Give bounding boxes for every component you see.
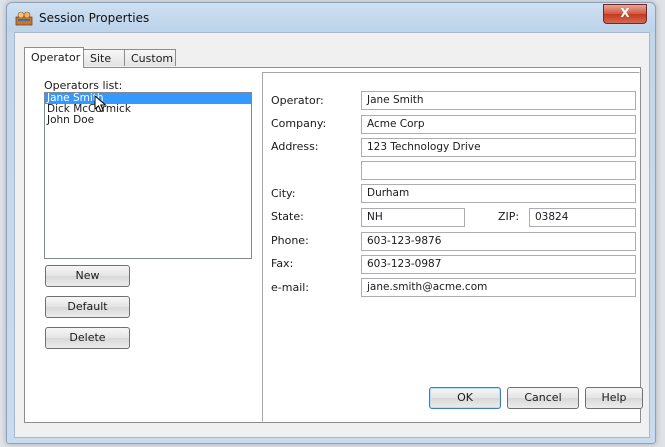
close-icon: X — [620, 6, 630, 20]
address-line2-field[interactable] — [361, 161, 636, 180]
phone-label: Phone: — [271, 234, 309, 247]
operators-listbox[interactable]: Jane Smith Dick McCormick John Doe — [44, 92, 252, 259]
phone-field[interactable]: 603-123-9876 — [361, 232, 636, 251]
operator-label: Operator: — [271, 94, 324, 107]
address-line1-field[interactable]: 123 Technology Drive — [361, 138, 636, 157]
company-field[interactable]: Acme Corp — [361, 115, 636, 134]
zip-label: ZIP: — [498, 210, 520, 223]
mouse-cursor-icon — [94, 95, 107, 113]
ok-button[interactable]: OK — [429, 387, 501, 409]
close-button[interactable]: X — [603, 4, 647, 24]
zip-field[interactable]: 03824 — [529, 208, 636, 227]
email-field[interactable]: jane.smith@acme.com — [361, 278, 636, 297]
help-button[interactable]: Help — [585, 387, 643, 409]
operator-tab-panel: Operators list: Jane Smith Dick McCormic… — [24, 67, 641, 423]
tab-site[interactable]: Site — [83, 49, 125, 66]
company-label: Company: — [271, 117, 327, 130]
tab-operator[interactable]: Operator — [24, 47, 84, 68]
delete-button[interactable]: Delete — [45, 327, 130, 349]
cancel-button[interactable]: Cancel — [507, 387, 579, 409]
fax-label: Fax: — [271, 257, 294, 270]
email-label: e-mail: — [271, 281, 310, 294]
list-item[interactable]: John Doe — [45, 115, 251, 126]
operators-list-label: Operators list: — [44, 79, 123, 92]
address-label: Address: — [271, 140, 319, 153]
city-label: City: — [271, 187, 296, 200]
state-label: State: — [271, 210, 304, 223]
title-bar[interactable]: Session Properties X — [7, 3, 655, 33]
operator-details-group: Operator: Jane Smith Company: Acme Corp … — [262, 72, 640, 422]
operator-field[interactable]: Jane Smith — [361, 91, 636, 110]
app-icon — [15, 11, 33, 26]
dialog-client-area: Operator Site Custom Operators list: Jan… — [14, 32, 650, 438]
new-button[interactable]: New — [45, 265, 130, 287]
window-title: Session Properties — [39, 11, 150, 25]
default-button[interactable]: Default — [45, 296, 130, 318]
tab-custom[interactable]: Custom — [124, 49, 176, 66]
fax-field[interactable]: 603-123-0987 — [361, 255, 636, 274]
city-field[interactable]: Durham — [361, 184, 636, 203]
state-field[interactable]: NH — [361, 208, 465, 227]
session-properties-window: Session Properties X Operator Site Custo… — [6, 2, 656, 444]
